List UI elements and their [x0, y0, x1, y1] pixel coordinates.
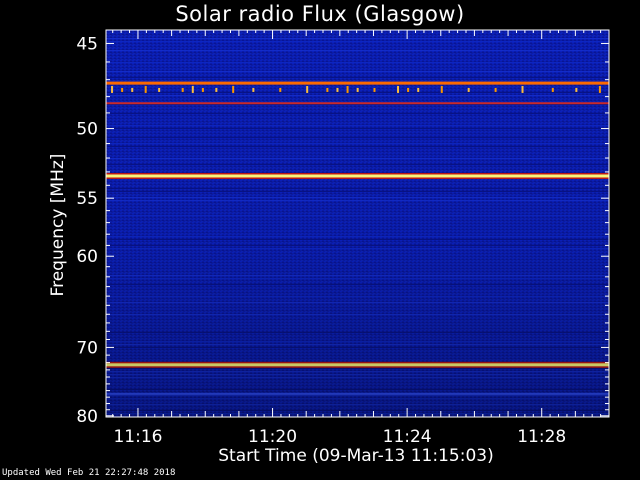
x-tick-label: 11:28 [517, 427, 566, 447]
spectrogram-chart: 45 50 55 60 70 80 11:16 11:20 11:24 11:28 Start … [48, 29, 610, 466]
y-tick-label: 55 [76, 189, 98, 209]
spectrogram-shade [106, 30, 609, 417]
y-tick-label: 80 [76, 407, 98, 427]
plot-area [106, 30, 609, 417]
y-tick-label: 70 [76, 338, 98, 358]
y-axis-title: Frequency [MHz] [48, 154, 68, 297]
y-tick-label: 60 [76, 247, 98, 267]
x-tick-label: 11:16 [113, 427, 162, 447]
x-tick-label: 11:24 [383, 427, 432, 447]
x-tick-label: 11:20 [248, 427, 297, 447]
y-tick-label: 50 [76, 120, 98, 140]
updated-timestamp: Updated Wed Feb 21 22:27:48 2018 [2, 468, 176, 478]
y-tick-label: 45 [76, 34, 98, 54]
x-axis-title: Start Time (09-Mar-13 11:15:03) [218, 446, 493, 466]
